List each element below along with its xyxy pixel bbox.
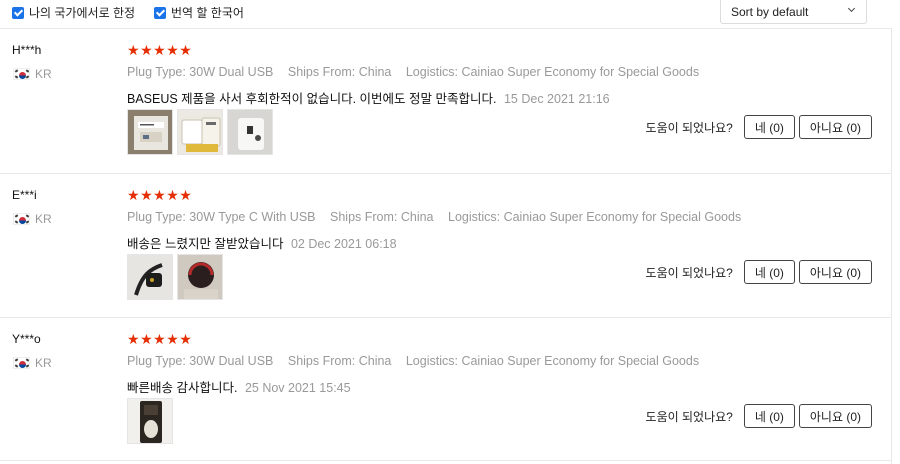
own-country-filter[interactable]: 나의 국가에서로 한정 xyxy=(12,4,135,21)
review-date: 02 Dec 2021 06:18 xyxy=(290,237,397,251)
reviewer-country: KR xyxy=(13,67,52,81)
reviewer-country: KR xyxy=(13,356,52,370)
star-icon: ★ xyxy=(140,187,153,203)
review-photos xyxy=(127,109,277,155)
country-code: KR xyxy=(35,67,52,81)
country-code: KR xyxy=(35,212,52,226)
helpful-vote: 도움이 되었나요? 네 (0) 아니요 (0) xyxy=(646,115,872,139)
review-photo[interactable] xyxy=(177,254,223,300)
review-text: 빠른배송 감사합니다. 25 Nov 2021 15:45 xyxy=(127,377,351,396)
star-rating: ★ ★ ★ ★ ★ xyxy=(127,43,192,57)
logistics: Logistics: Cainiao Super Economy for Spe… xyxy=(448,210,742,224)
review-body: BASEUS 제품을 사서 후회한적이 없습니다. 이번에도 정말 만족합니다. xyxy=(127,92,497,106)
star-icon: ★ xyxy=(166,331,179,347)
star-icon: ★ xyxy=(153,42,166,58)
helpful-question: 도움이 되었나요? xyxy=(645,409,733,424)
star-icon: ★ xyxy=(153,187,166,203)
chevron-down-icon xyxy=(847,4,856,13)
korea-flag-icon xyxy=(13,213,30,225)
star-icon: ★ xyxy=(140,331,153,347)
ships-from: Ships From: China xyxy=(330,210,434,224)
own-country-label: 나의 국가에서로 한정 xyxy=(29,6,136,20)
plug-type: Plug Type: 30W Type C With USB xyxy=(127,210,316,224)
review-photo[interactable] xyxy=(177,109,223,155)
reviewer-country: KR xyxy=(13,212,52,226)
review-date: 15 Dec 2021 21:16 xyxy=(503,92,610,106)
star-icon: ★ xyxy=(127,331,140,347)
review-item: E***i KR ★ ★ ★ ★ ★ Plug Type: 30W Type C Wit… xyxy=(0,174,892,318)
korea-flag-icon xyxy=(13,68,30,80)
review-photo[interactable] xyxy=(127,254,173,300)
helpful-yes-button[interactable]: 네 (0) xyxy=(743,115,795,139)
korea-flag-icon xyxy=(13,357,30,369)
review-text: 배송은 느렸지만 잘받았습니다 02 Dec 2021 06:18 xyxy=(127,233,397,252)
reviewer-name: Y***o xyxy=(12,332,41,346)
reviewer-name: E***i xyxy=(12,188,37,202)
helpful-vote: 도움이 되었나요? 네 (0) 아니요 (0) xyxy=(646,260,872,284)
review-photo[interactable] xyxy=(227,109,273,155)
review-photos xyxy=(127,254,227,300)
star-icon: ★ xyxy=(127,42,140,58)
review-body: 배송은 느렸지만 잘받았습니다 xyxy=(127,237,284,251)
plug-type: Plug Type: 30W Dual USB xyxy=(127,65,274,79)
country-code: KR xyxy=(35,356,52,370)
translate-label: 번역 할 한국어 xyxy=(171,6,244,20)
star-icon: ★ xyxy=(127,187,140,203)
star-rating: ★ ★ ★ ★ ★ xyxy=(127,332,192,346)
review-photos xyxy=(127,398,177,444)
helpful-question: 도움이 되었나요? xyxy=(645,265,733,280)
helpful-no-button[interactable]: 아니요 (0) xyxy=(798,404,872,428)
star-icon: ★ xyxy=(179,331,192,347)
reviewer-name: H***h xyxy=(12,43,42,57)
filter-bar: 나의 국가에서로 한정 번역 할 한국어 Sort by default xyxy=(0,0,900,28)
star-icon: ★ xyxy=(153,331,166,347)
helpful-question: 도움이 되었나요? xyxy=(645,120,733,135)
own-country-checkbox[interactable] xyxy=(12,6,24,19)
ships-from: Ships From: China xyxy=(287,65,392,79)
review-attributes: Plug Type: 30W Dual USB Ships From: Chin… xyxy=(127,354,710,368)
logistics: Logistics: Cainiao Super Economy for Spe… xyxy=(405,354,700,368)
review-date: 25 Nov 2021 15:45 xyxy=(244,381,351,395)
star-rating: ★ ★ ★ ★ ★ xyxy=(127,188,192,202)
helpful-vote: 도움이 되었나요? 네 (0) 아니요 (0) xyxy=(646,404,872,428)
star-icon: ★ xyxy=(166,42,179,58)
translate-filter[interactable]: 번역 할 한국어 xyxy=(154,4,244,21)
review-attributes: Plug Type: 30W Dual USB Ships From: Chin… xyxy=(127,65,710,79)
plug-type: Plug Type: 30W Dual USB xyxy=(127,354,274,368)
translate-checkbox[interactable] xyxy=(154,6,166,19)
helpful-yes-button[interactable]: 네 (0) xyxy=(743,260,795,284)
star-icon: ★ xyxy=(179,187,192,203)
review-item: Y***o KR ★ ★ ★ ★ ★ Plug Type: 30W Dual USB S… xyxy=(0,318,892,462)
logistics: Logistics: Cainiao Super Economy for Spe… xyxy=(405,65,700,79)
review-item: H***h KR ★ ★ ★ ★ ★ Plug Type: 30W Dual USB S… xyxy=(0,29,892,173)
review-photo[interactable] xyxy=(127,109,173,155)
review-text: BASEUS 제품을 사서 후회한적이 없습니다. 이번에도 정말 만족합니다.… xyxy=(127,88,610,107)
helpful-no-button[interactable]: 아니요 (0) xyxy=(798,260,872,284)
review-photo[interactable] xyxy=(127,398,173,444)
star-icon: ★ xyxy=(166,187,179,203)
helpful-no-button[interactable]: 아니요 (0) xyxy=(798,115,872,139)
divider xyxy=(0,460,892,461)
sort-dropdown[interactable]: Sort by default xyxy=(720,0,867,24)
review-attributes: Plug Type: 30W Type C With USB Ships Fro… xyxy=(127,210,752,224)
ships-from: Ships From: China xyxy=(287,354,392,368)
star-icon: ★ xyxy=(179,42,192,58)
star-icon: ★ xyxy=(140,42,153,58)
sort-dropdown-label: Sort by default xyxy=(731,5,809,19)
review-body: 빠른배송 감사합니다. xyxy=(127,381,238,395)
helpful-yes-button[interactable]: 네 (0) xyxy=(743,404,795,428)
